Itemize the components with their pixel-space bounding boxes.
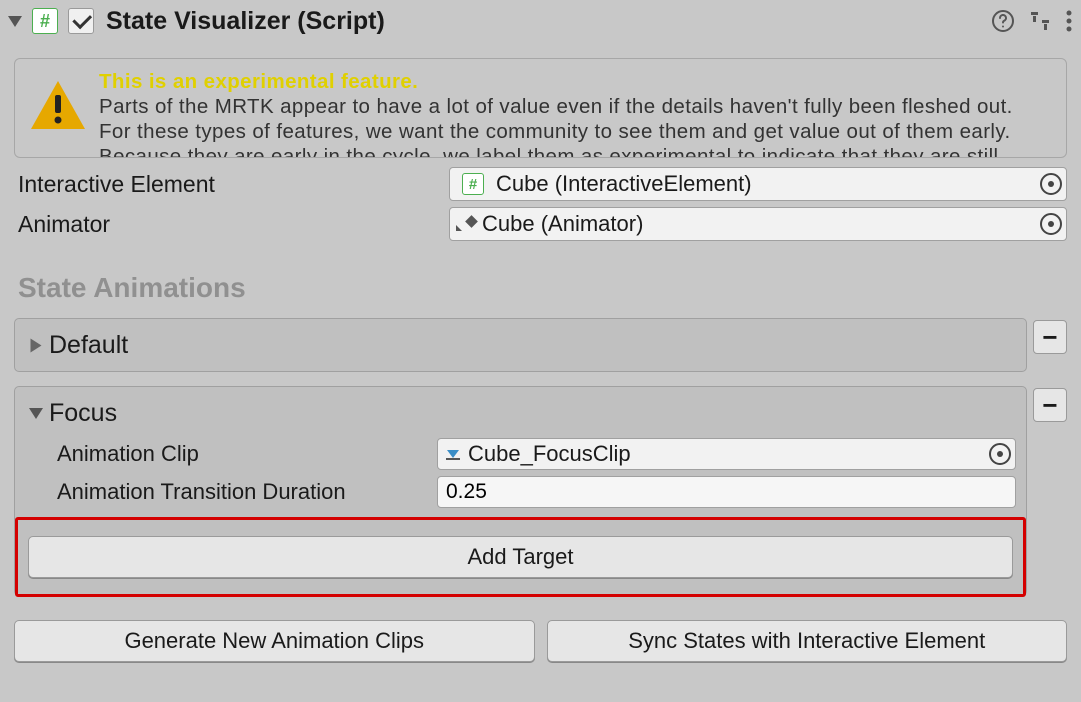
- interactive-element-value: Cube (InteractiveElement): [496, 171, 1034, 197]
- object-picker-icon[interactable]: [1040, 173, 1062, 195]
- animator-field[interactable]: Cube (Animator): [449, 207, 1067, 241]
- state-default-header[interactable]: Default: [25, 327, 1016, 363]
- state-animations-heading: State Animations: [18, 272, 1067, 304]
- component-foldout-icon[interactable]: [8, 16, 22, 27]
- script-icon: #: [32, 8, 58, 34]
- experimental-warning-box: This is an experimental feature. Parts o…: [14, 58, 1067, 158]
- state-default-label: Default: [49, 331, 128, 360]
- remove-state-button[interactable]: −: [1033, 388, 1067, 422]
- animator-value: Cube (Animator): [482, 211, 1034, 237]
- add-target-highlight: Add Target: [15, 517, 1026, 597]
- interactive-element-field[interactable]: # Cube (InteractiveElement): [449, 167, 1067, 201]
- transition-duration-label: Animation Transition Duration: [57, 479, 427, 505]
- animation-clip-field[interactable]: Cube_FocusClip: [437, 438, 1016, 470]
- state-focus-header[interactable]: Focus: [25, 395, 1016, 431]
- presets-icon[interactable]: [1029, 10, 1051, 32]
- state-focus-label: Focus: [49, 399, 117, 428]
- object-picker-icon[interactable]: [1040, 213, 1062, 235]
- component-enabled-checkbox[interactable]: [68, 8, 94, 34]
- warning-icon: [29, 79, 87, 137]
- component-title: State Visualizer (Script): [106, 7, 991, 36]
- animation-clip-icon: [444, 445, 462, 463]
- help-icon[interactable]: [991, 9, 1015, 33]
- warning-text: This is an experimental feature. Parts o…: [99, 69, 1013, 158]
- animator-icon: [456, 217, 476, 231]
- kebab-menu-icon[interactable]: [1065, 9, 1073, 33]
- sync-states-button[interactable]: Sync States with Interactive Element: [547, 620, 1068, 662]
- generate-clips-button[interactable]: Generate New Animation Clips: [14, 620, 535, 662]
- script-icon: #: [462, 173, 484, 195]
- interactive-element-label: Interactive Element: [14, 171, 449, 198]
- warning-title: This is an experimental feature.: [99, 70, 418, 93]
- state-focus-box: Focus Animation Clip Cube_FocusClip: [14, 386, 1027, 596]
- component-header: # State Visualizer (Script): [0, 0, 1081, 42]
- add-target-button[interactable]: Add Target: [28, 536, 1013, 578]
- animator-label: Animator: [14, 211, 449, 238]
- chevron-down-icon: [29, 408, 43, 419]
- state-default-box: Default: [14, 318, 1027, 372]
- transition-duration-input[interactable]: [437, 476, 1016, 508]
- chevron-right-icon: [31, 338, 42, 352]
- remove-state-button[interactable]: −: [1033, 320, 1067, 354]
- object-picker-icon[interactable]: [989, 443, 1011, 465]
- animation-clip-value: Cube_FocusClip: [468, 441, 983, 467]
- animation-clip-label: Animation Clip: [57, 441, 427, 467]
